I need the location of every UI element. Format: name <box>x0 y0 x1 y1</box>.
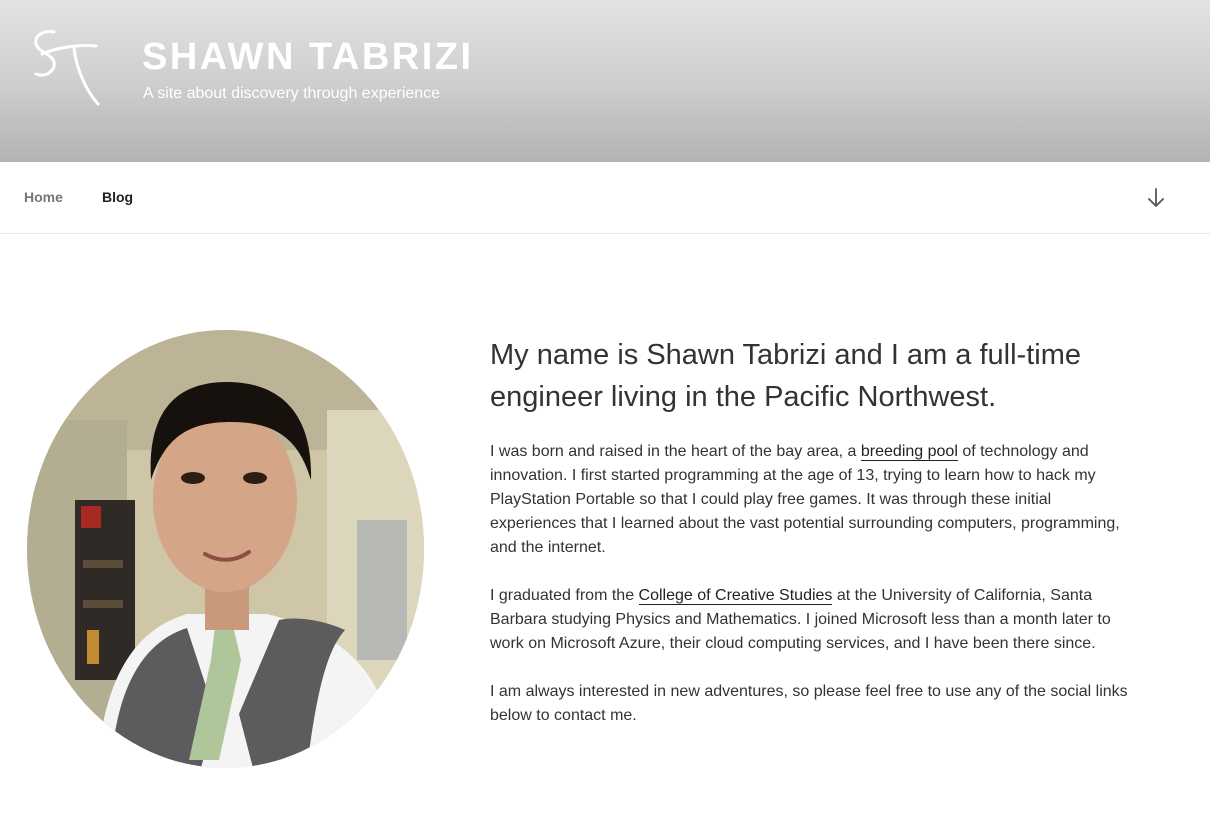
paragraph-text: I graduated from the <box>490 587 639 604</box>
site-tagline: A site about discovery through experienc… <box>143 85 441 102</box>
site-title[interactable]: SHAWN TABRIZI <box>142 36 474 79</box>
bio-paragraph-3: I am always interested in new adventures… <box>490 683 1128 724</box>
st-monogram-icon <box>34 30 100 106</box>
profile-photo <box>27 330 424 768</box>
main-navigation: Home Blog <box>0 162 1210 234</box>
nav-item-home[interactable]: Home <box>24 189 63 205</box>
college-link[interactable]: College of Creative Studies <box>638 587 833 605</box>
breeding-pool-link[interactable]: breeding pool <box>860 443 958 461</box>
paragraph-text: I was born and raised in the heart of th… <box>490 443 861 460</box>
bio-paragraph-1: I was born and raised in the heart of th… <box>490 440 1140 560</box>
intro-headline: My name is Shawn Tabrizi and I am a full… <box>490 339 1081 413</box>
nav-item-blog[interactable]: Blog <box>102 189 133 205</box>
arrow-down-icon <box>1148 188 1164 207</box>
main-content: My name is Shawn Tabrizi and I am a full… <box>490 334 1140 728</box>
portrait-illustration <box>27 330 424 768</box>
site-header: SHAWN TABRIZI A site about discovery thr… <box>0 0 1210 162</box>
scroll-down-button[interactable] <box>1146 186 1166 210</box>
site-logo[interactable] <box>30 28 104 110</box>
bio-paragraph-2: I graduated from the College of Creative… <box>490 584 1140 656</box>
